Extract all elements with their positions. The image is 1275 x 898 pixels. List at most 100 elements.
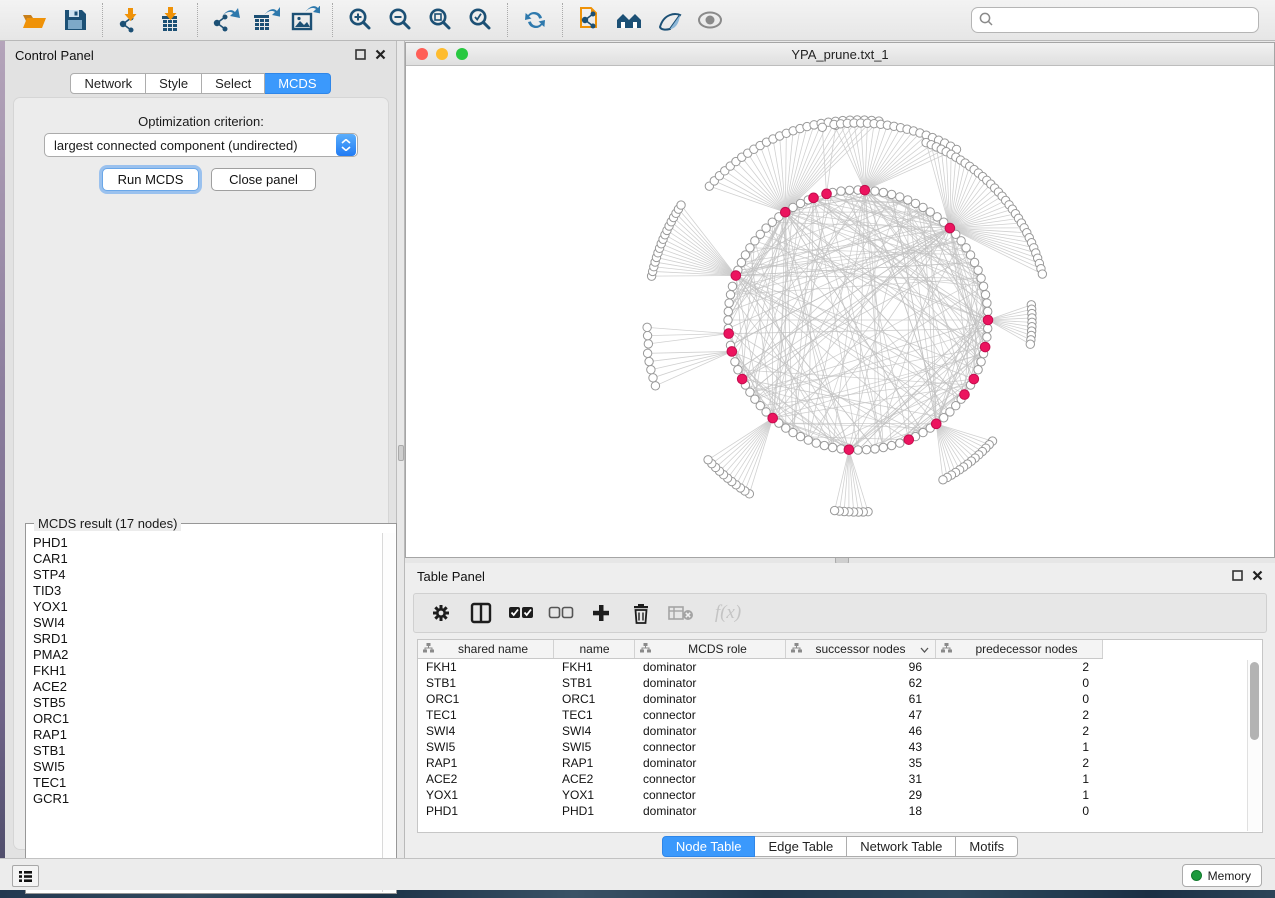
mcds-result-item[interactable]: PMA2 xyxy=(33,647,383,663)
cell-name: RAP1 xyxy=(554,755,635,771)
tab-style[interactable]: Style xyxy=(146,73,202,94)
cell-successor-nodes: 96 xyxy=(786,659,936,675)
cell-MCDS-role: dominator xyxy=(635,691,786,707)
table-row[interactable]: SWI5SWI5connector431 xyxy=(418,739,1103,755)
mcds-result-item[interactable]: TID3 xyxy=(33,583,383,599)
mcds-result-item[interactable]: RAP1 xyxy=(33,727,383,743)
cell-name: ACE2 xyxy=(554,771,635,787)
tab-node-table[interactable]: Node Table xyxy=(662,836,756,857)
cell-shared-name: ACE2 xyxy=(418,771,554,787)
cell-shared-name: ORC1 xyxy=(418,691,554,707)
scrollbar-thumb[interactable] xyxy=(1250,662,1259,740)
table-row[interactable]: STB1STB1dominator620 xyxy=(418,675,1103,691)
mcds-result-item[interactable]: SWI5 xyxy=(33,759,383,775)
refresh-icon[interactable] xyxy=(518,5,552,35)
cell-shared-name: SWI4 xyxy=(418,723,554,739)
vertical-splitter[interactable] xyxy=(397,41,405,858)
zoom-fit-icon[interactable] xyxy=(423,5,457,35)
splitter-handle[interactable] xyxy=(398,445,404,461)
table-row[interactable]: SWI4SWI4dominator462 xyxy=(418,723,1103,739)
close-panel-icon[interactable] xyxy=(1252,569,1263,584)
mcds-result-item[interactable]: SRD1 xyxy=(33,631,383,647)
table-row[interactable]: PHD1PHD1dominator180 xyxy=(418,803,1103,819)
import-table-icon[interactable] xyxy=(153,5,187,35)
mcds-result-list[interactable]: PHD1CAR1STP4TID3YOX1SWI4SRD1PMA2FKH1ACE2… xyxy=(27,533,383,892)
column-header-MCDS-role[interactable]: MCDS role xyxy=(635,640,786,658)
hide-selected-icon[interactable] xyxy=(653,5,687,35)
cell-MCDS-role: dominator xyxy=(635,675,786,691)
tab-network[interactable]: Network xyxy=(70,73,146,94)
save-session-icon[interactable] xyxy=(58,5,92,35)
memory-button[interactable]: Memory xyxy=(1182,864,1262,887)
cell-successor-nodes: 43 xyxy=(786,739,936,755)
function-builder-icon: f(x) xyxy=(708,600,748,626)
tab-mcds[interactable]: MCDS xyxy=(265,73,330,94)
export-image-icon[interactable] xyxy=(288,5,322,35)
table-row[interactable]: TEC1TEC1connector472 xyxy=(418,707,1103,723)
network-graph[interactable] xyxy=(406,66,1274,557)
open-session-icon[interactable] xyxy=(18,5,52,35)
mcds-result-item[interactable]: STB5 xyxy=(33,695,383,711)
show-all-icon[interactable] xyxy=(693,5,727,35)
first-neighbors-icon[interactable] xyxy=(613,5,647,35)
table-scrollbar[interactable] xyxy=(1247,660,1261,831)
table-row[interactable]: ORC1ORC1dominator610 xyxy=(418,691,1103,707)
table-panel-header: Table Panel xyxy=(405,563,1275,589)
search-box[interactable] xyxy=(971,7,1259,33)
cell-name: YOX1 xyxy=(554,787,635,803)
column-header-name[interactable]: name xyxy=(554,640,635,658)
zoom-selected-icon[interactable] xyxy=(463,5,497,35)
mcds-result-item[interactable]: STP4 xyxy=(33,567,383,583)
network-window-titlebar[interactable]: YPA_prune.txt_1 xyxy=(406,43,1274,66)
mcds-result-item[interactable]: ACE2 xyxy=(33,679,383,695)
new-network-from-selection-icon[interactable] xyxy=(573,5,607,35)
close-panel-button[interactable]: Close panel xyxy=(211,168,316,191)
mcds-result-item[interactable]: GCR1 xyxy=(33,791,383,807)
run-mcds-button[interactable]: Run MCDS xyxy=(102,168,199,191)
table-row[interactable]: YOX1YOX1connector291 xyxy=(418,787,1103,803)
mcds-result-item[interactable]: FKH1 xyxy=(33,663,383,679)
column-header-successor-nodes[interactable]: successor nodes xyxy=(786,640,936,658)
node-table[interactable]: shared namenameMCDS rolesuccessor nodesp… xyxy=(417,639,1263,833)
add-row-icon[interactable] xyxy=(588,600,614,626)
table-row[interactable]: RAP1RAP1dominator352 xyxy=(418,755,1103,771)
select-all-icon[interactable] xyxy=(508,600,534,626)
cell-name: TEC1 xyxy=(554,707,635,723)
mcds-result-item[interactable]: TEC1 xyxy=(33,775,383,791)
zoom-in-icon[interactable] xyxy=(343,5,377,35)
mcds-result-item[interactable]: ORC1 xyxy=(33,711,383,727)
optimization-criterion-select[interactable]: largest connected component (undirected) xyxy=(44,133,358,157)
mcds-result-item[interactable]: YOX1 xyxy=(33,599,383,615)
tab-network-table[interactable]: Network Table xyxy=(847,836,956,857)
mcds-result-item[interactable]: SWI4 xyxy=(33,615,383,631)
deselect-all-icon[interactable] xyxy=(548,600,574,626)
cell-successor-nodes: 46 xyxy=(786,723,936,739)
table-row[interactable]: ACE2ACE2connector311 xyxy=(418,771,1103,787)
export-network-icon[interactable] xyxy=(208,5,242,35)
show-panels-button[interactable] xyxy=(12,865,39,887)
close-panel-icon[interactable] xyxy=(375,48,386,63)
column-header-shared-name[interactable]: shared name xyxy=(418,640,554,658)
tab-motifs[interactable]: Motifs xyxy=(956,836,1018,857)
control-panel-header: Control Panel xyxy=(5,41,396,69)
mcds-list-scrollbar[interactable] xyxy=(382,533,395,892)
zoom-out-icon[interactable] xyxy=(383,5,417,35)
export-table-icon[interactable] xyxy=(248,5,282,35)
split-view-icon[interactable] xyxy=(468,600,494,626)
settings-icon[interactable] xyxy=(428,600,454,626)
mcds-result-item[interactable]: STB1 xyxy=(33,743,383,759)
table-row[interactable]: FKH1FKH1dominator962 xyxy=(418,659,1103,675)
float-panel-icon[interactable] xyxy=(355,48,366,63)
float-panel-icon[interactable] xyxy=(1232,569,1243,584)
cell-MCDS-role: connector xyxy=(635,771,786,787)
tab-edge-table[interactable]: Edge Table xyxy=(755,836,847,857)
tab-select[interactable]: Select xyxy=(202,73,265,94)
table-toolbar: f(x) xyxy=(413,593,1267,633)
network-canvas[interactable] xyxy=(406,66,1274,557)
column-header-predecessor-nodes[interactable]: predecessor nodes xyxy=(936,640,1103,658)
mcds-result-item[interactable]: PHD1 xyxy=(33,535,383,551)
mcds-result-item[interactable]: CAR1 xyxy=(33,551,383,567)
import-network-icon[interactable] xyxy=(113,5,147,35)
search-input[interactable] xyxy=(994,10,1252,30)
delete-row-icon[interactable] xyxy=(628,600,654,626)
